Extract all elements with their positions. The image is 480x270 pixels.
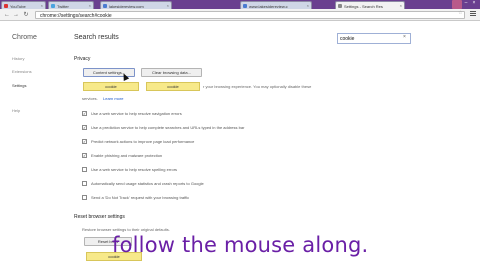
tab-lakesidereview-2[interactable]: www.lakesidereview.c × xyxy=(240,1,312,9)
close-icon[interactable]: × xyxy=(89,3,91,8)
sidebar-item-history[interactable]: History xyxy=(12,56,24,61)
reload-icon[interactable]: ↻ xyxy=(22,11,30,19)
forward-icon[interactable]: → xyxy=(12,11,20,19)
tab-settings[interactable]: Settings - Search Res × xyxy=(335,1,405,9)
checkbox-unchecked-icon[interactable] xyxy=(82,167,87,172)
sidebar-item-settings[interactable]: Settings xyxy=(12,83,26,88)
profile-avatar[interactable] xyxy=(452,0,462,9)
option-label: Use a web service to help resolve naviga… xyxy=(91,111,182,116)
close-icon[interactable]: × xyxy=(307,3,309,8)
youtube-favicon-icon xyxy=(4,4,8,8)
page-favicon-icon xyxy=(103,4,107,8)
tab-strip: YouTube × Twitter × lakesidereview.com ×… xyxy=(0,0,480,9)
tab-youtube[interactable]: YouTube × xyxy=(1,1,46,9)
option-label: Predict network actions to improve page … xyxy=(91,139,195,144)
browser-toolbar: ← → ↻ chrome://settings/search#cookie ☆ xyxy=(0,9,480,21)
search-highlight-bubble: cookie xyxy=(146,82,200,91)
close-icon[interactable]: × xyxy=(167,3,169,8)
close-icon[interactable]: × xyxy=(41,3,43,8)
minimize-icon[interactable]: – xyxy=(462,0,470,7)
page-favicon-icon xyxy=(243,4,247,8)
checkbox-checked-icon[interactable]: ✓ xyxy=(82,153,87,158)
bookmark-star-icon[interactable]: ☆ xyxy=(458,10,462,16)
option-label: Send a 'Do Not Track' request with your … xyxy=(91,195,190,200)
reset-description: Restore browser settings to their origin… xyxy=(82,227,170,232)
option-label: Use a prediction service to help complet… xyxy=(91,125,245,130)
search-value: cookie xyxy=(340,36,355,42)
checkbox-checked-icon[interactable]: ✓ xyxy=(82,139,87,144)
privacy-description: r your browsing experience. You may opti… xyxy=(203,84,312,89)
page-title: Search results xyxy=(74,34,119,41)
checkbox-checked-icon[interactable]: ✓ xyxy=(82,111,87,116)
sidebar-item-help[interactable]: Help xyxy=(12,108,20,113)
option-label: Enable phishing and malware protection xyxy=(91,153,163,158)
checkbox-unchecked-icon[interactable] xyxy=(82,195,87,200)
close-window-icon[interactable]: × xyxy=(470,0,478,7)
tab-lakesidereview[interactable]: lakesidereview.com × xyxy=(100,1,172,9)
twitter-favicon-icon xyxy=(51,4,55,8)
privacy-section-title: Privacy xyxy=(74,56,91,62)
privacy-description-line2: services. xyxy=(82,96,98,101)
settings-search-input[interactable]: cookie xyxy=(337,33,411,44)
option-label: Automatically send usage statistics and … xyxy=(91,181,204,186)
search-highlight-bubble: cookie xyxy=(83,82,139,91)
checkbox-unchecked-icon[interactable] xyxy=(82,181,87,186)
close-icon[interactable]: × xyxy=(400,3,402,8)
address-bar[interactable]: chrome://settings/search#cookie xyxy=(35,11,465,19)
sidebar-item-extensions[interactable]: Extensions xyxy=(12,69,32,74)
video-caption: follow the mouse along. xyxy=(112,233,369,257)
url-text: chrome://settings/search#cookie xyxy=(40,13,112,19)
sidebar-brand: Chrome xyxy=(12,34,37,41)
settings-favicon-icon xyxy=(338,4,342,8)
checkbox-checked-icon[interactable]: ✓ xyxy=(82,125,87,130)
tab-twitter[interactable]: Twitter × xyxy=(48,1,94,9)
clear-search-icon[interactable]: × xyxy=(403,34,406,40)
clear-browsing-data-button[interactable]: Clear browsing data... xyxy=(141,68,202,77)
back-icon[interactable]: ← xyxy=(3,11,11,19)
chrome-menu-icon[interactable] xyxy=(470,11,476,18)
reset-section-title: Reset browser settings xyxy=(74,214,125,220)
option-label: Use a web service to help resolve spelli… xyxy=(91,167,178,172)
learn-more-link[interactable]: Learn more xyxy=(103,96,123,101)
